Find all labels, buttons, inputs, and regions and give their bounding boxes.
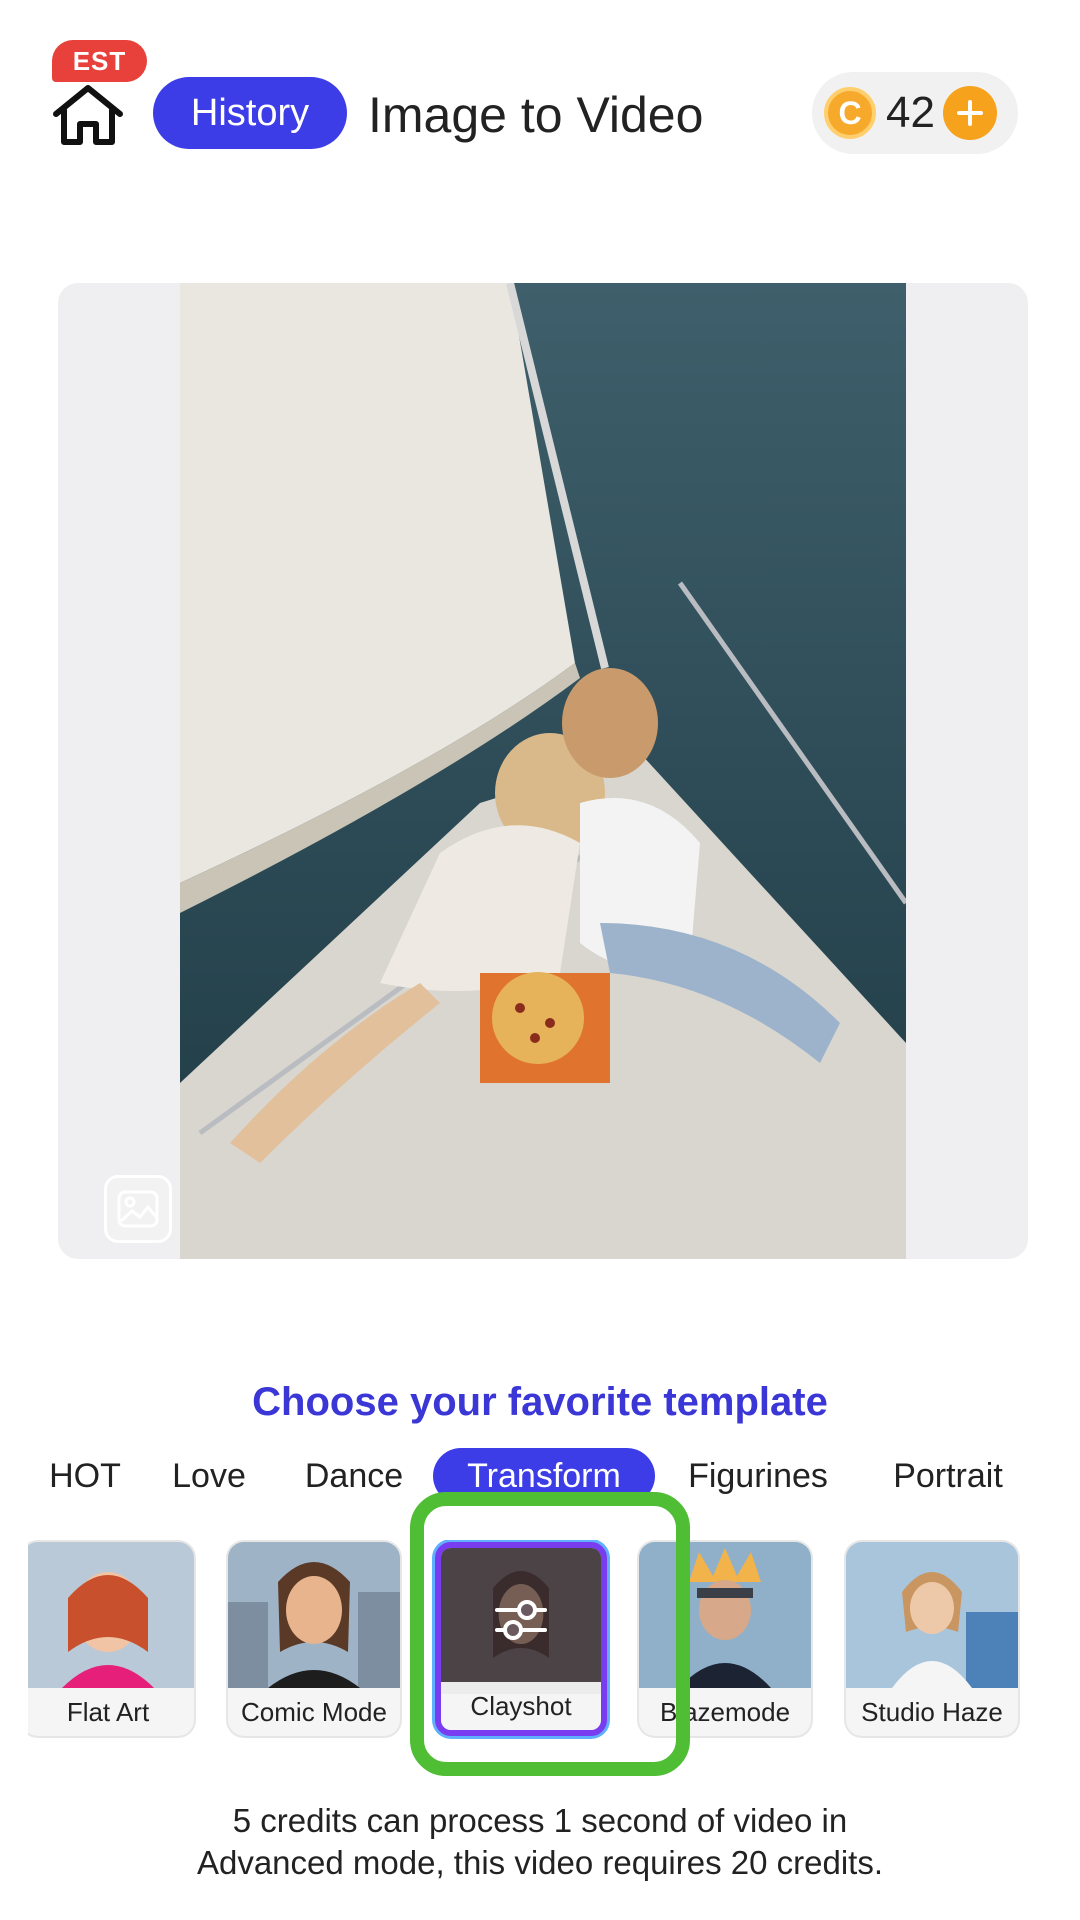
- blazemode-thumbnail: [639, 1542, 811, 1688]
- adjust-sliders-icon: [495, 1600, 547, 1640]
- template-card-studio-haze[interactable]: Studio Haze: [846, 1542, 1018, 1736]
- page-title: Image to Video: [368, 87, 704, 143]
- image-icon: [117, 1190, 159, 1228]
- template-card-label: Clayshot: [441, 1682, 601, 1730]
- template-card-label: Comic Mode: [228, 1688, 400, 1736]
- comic-mode-thumbnail: [228, 1542, 400, 1688]
- history-button[interactable]: History: [153, 77, 347, 149]
- credits-info: 5 credits can process 1 second of video …: [0, 1800, 1080, 1884]
- template-card-label: Flat Art: [28, 1688, 194, 1736]
- plus-icon: [956, 100, 983, 126]
- home-button[interactable]: [50, 82, 126, 148]
- template-card-blazemode[interactable]: Blazemode: [639, 1542, 811, 1736]
- flat-art-thumbnail: [28, 1542, 194, 1688]
- studio-haze-thumbnail: [846, 1542, 1018, 1688]
- credits-pill[interactable]: C 42: [812, 72, 1018, 154]
- tab-hot[interactable]: HOT: [40, 1448, 130, 1504]
- credits-info-line-1: 5 credits can process 1 second of video …: [232, 1802, 848, 1839]
- template-card-clayshot[interactable]: Clayshot: [435, 1542, 607, 1736]
- tab-love[interactable]: Love: [165, 1448, 253, 1504]
- template-card-label: Studio Haze: [846, 1688, 1018, 1736]
- tab-transform[interactable]: Transform: [433, 1448, 655, 1504]
- home-icon: [53, 85, 123, 145]
- replace-image-button[interactable]: [104, 1175, 172, 1243]
- tab-figurines[interactable]: Figurines: [678, 1448, 838, 1504]
- uploaded-photo: [180, 283, 906, 1259]
- tab-portrait[interactable]: Portrait: [880, 1448, 1016, 1504]
- image-preview[interactable]: [58, 283, 1028, 1259]
- credits-info-line-2: Advanced mode, this video requires 20 cr…: [196, 1844, 884, 1881]
- add-credits-button[interactable]: [942, 86, 997, 140]
- template-carousel[interactable]: Flat Art Comic Mode Clayshot Blazemode S…: [28, 1540, 1060, 1740]
- template-card-comic-mode[interactable]: Comic Mode: [228, 1542, 400, 1736]
- coin-icon: C: [824, 87, 876, 139]
- template-card-label: Blazemode: [639, 1688, 811, 1736]
- template-card-flat-art[interactable]: Flat Art: [28, 1542, 194, 1736]
- template-tabs: HOT Love Dance Transform Figurines Portr…: [0, 1448, 1080, 1504]
- test-badge: EST: [52, 40, 147, 82]
- tab-dance[interactable]: Dance: [295, 1448, 413, 1504]
- credit-count: 42: [886, 88, 935, 137]
- choose-template-heading: Choose your favorite template: [252, 1380, 828, 1424]
